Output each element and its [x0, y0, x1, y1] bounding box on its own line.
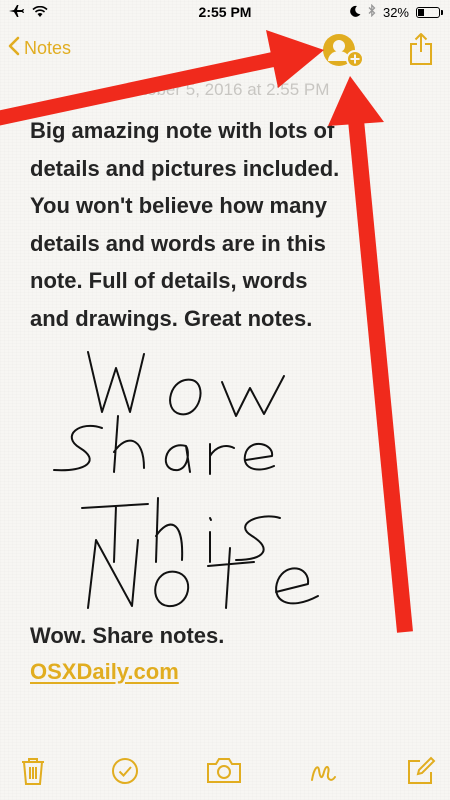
bluetooth-icon — [368, 3, 376, 20]
navigation-bar: Notes — [0, 24, 450, 76]
trash-icon[interactable] — [20, 756, 46, 791]
note-date: October 5, 2016 at 2:55 PM — [120, 80, 330, 99]
share-button[interactable] — [408, 32, 434, 71]
share-icon — [408, 33, 434, 70]
note-line: details and pictures included. — [30, 155, 340, 181]
moon-icon — [350, 4, 361, 20]
note-line: You won't believe how many — [30, 193, 327, 218]
back-button[interactable]: Notes — [8, 36, 71, 61]
note-line: note. Full of details, words — [30, 268, 308, 293]
bottom-toolbar — [0, 748, 450, 800]
add-people-button[interactable] — [322, 32, 366, 77]
checklist-icon[interactable] — [110, 756, 140, 791]
status-right: 32% — [350, 3, 443, 20]
battery-fill — [418, 8, 424, 16]
note-link[interactable]: OSXDaily.com — [30, 654, 425, 690]
camera-icon[interactable] — [206, 756, 242, 789]
status-bar: 2:55 PM 32% — [0, 0, 450, 24]
note-footer: Wow. Share notes. OSXDaily.com — [30, 618, 425, 690]
compose-icon[interactable] — [406, 756, 436, 791]
note-line: details and words are in this — [30, 230, 326, 256]
note-line: Big amazing note with lots of — [30, 118, 335, 143]
back-button-label: Notes — [24, 38, 72, 58]
battery-icon — [416, 6, 443, 18]
note-line: and drawings. Great notes. — [30, 305, 313, 331]
handwritten-drawing[interactable] — [40, 340, 340, 615]
note-body[interactable]: Big amazing note with lots of details an… — [30, 112, 425, 337]
note-footer-text: Wow. Share notes. — [30, 623, 225, 648]
add-people-icon — [322, 34, 366, 76]
chevron-left-icon — [8, 36, 20, 61]
battery-percent: 32% — [382, 4, 409, 20]
sketch-icon[interactable] — [308, 756, 338, 791]
